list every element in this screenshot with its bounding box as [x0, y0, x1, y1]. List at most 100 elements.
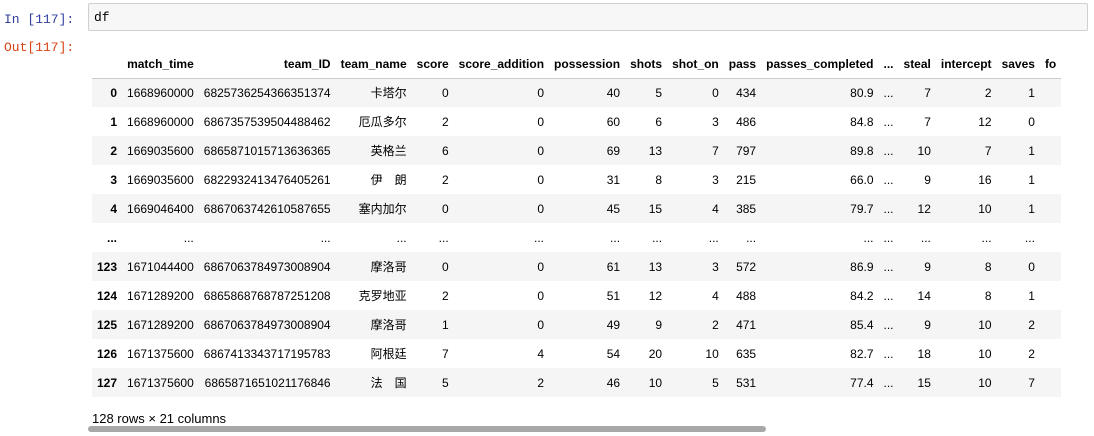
table-cell: 49 [606, 317, 621, 332]
table-cell: 0 [1028, 259, 1035, 274]
table-cell: ... [183, 230, 194, 245]
table-cell: 10 [648, 375, 663, 390]
table-cell: ... [883, 114, 894, 129]
column-header: team_ID [198, 50, 336, 79]
column-header: steal [898, 50, 936, 79]
row-index: 124 [97, 288, 118, 303]
table-cell: 1669046400 [127, 201, 194, 216]
table-cell: 0 [537, 85, 545, 100]
table-cell: ... [883, 143, 894, 158]
row-index: 0 [110, 85, 118, 100]
table-cell: 13 [648, 143, 663, 158]
table-cell: 1671044400 [127, 259, 194, 274]
row-index: 3 [110, 172, 118, 187]
horizontal-scrollbar[interactable] [88, 426, 1088, 434]
table-row: ........................................… [92, 223, 1061, 252]
table-cell: 2 [441, 288, 449, 303]
table-cell: 16 [978, 172, 992, 187]
table-cell: ... [863, 230, 874, 245]
column-header: ... [878, 50, 899, 79]
table-cell: 0 [712, 85, 719, 100]
table-cell: ... [396, 230, 407, 245]
table-cell: 2 [537, 375, 545, 390]
table-cell: 1671289200 [127, 317, 194, 332]
table-cell: 1671375600 [127, 375, 194, 390]
scrollbar-thumb[interactable] [88, 426, 766, 432]
table-cell: ... [320, 230, 331, 245]
code-text: df [94, 10, 110, 25]
table-cell: 厄瓜多尔 [358, 115, 407, 129]
table-cell: 0 [537, 143, 545, 158]
table-cell: 6825736254366351374 [203, 85, 331, 100]
table-cell: 572 [736, 259, 757, 274]
index-header [92, 50, 123, 79]
table-cell: 7 [712, 143, 719, 158]
table-cell: 10 [978, 346, 992, 361]
table-cell: 12 [917, 201, 931, 216]
row-index: 125 [97, 317, 118, 332]
table-cell: 46 [606, 375, 621, 390]
table-cell: ... [746, 230, 757, 245]
table-cell: 0 [1028, 114, 1035, 129]
table-row: 126 1671375600 6867413343717195783 阿根廷 7 4 54 2… [92, 339, 1061, 368]
table-row: 2 1669035600 6865871015713636365 英格兰 6 0 69 13 7… [92, 136, 1062, 165]
table-cell: ... [883, 85, 894, 100]
code-input-cell[interactable]: df [88, 3, 1088, 31]
table-cell: 13 [648, 259, 663, 274]
table-cell: 10 [978, 201, 992, 216]
table-cell [1040, 281, 1061, 310]
table-cell: 488 [736, 288, 757, 303]
table-cell [1040, 310, 1061, 339]
table-cell: 45 [606, 201, 621, 216]
table-cell: 0 [537, 317, 545, 332]
column-header: shots [625, 50, 668, 79]
table-cell: 9 [924, 259, 931, 274]
table-cell: 86.9 [850, 259, 874, 274]
table-cell: 0 [537, 288, 545, 303]
table-cell: ... [883, 172, 894, 187]
table-cell: ... [883, 230, 894, 245]
table-cell: 54 [606, 346, 621, 361]
table-cell: 215 [736, 172, 757, 187]
table-cell: 82.7 [850, 346, 874, 361]
column-header: saves [996, 50, 1040, 79]
table-cell: 9 [924, 317, 931, 332]
table-cell: 79.7 [850, 201, 874, 216]
table-cell: 1 [1028, 143, 1035, 158]
table-cell: 1 [1028, 85, 1035, 100]
table-cell: 14 [917, 288, 931, 303]
table-cell: 20 [648, 346, 663, 361]
table-cell: 1 [1028, 172, 1035, 187]
table-cell: ... [1024, 230, 1035, 245]
table-cell: 9 [924, 172, 931, 187]
table-cell: 60 [606, 114, 621, 129]
table-cell: ... [883, 259, 894, 274]
table-cell: 英格兰 [370, 144, 407, 158]
table-cell: 80.9 [850, 85, 874, 100]
table-cell: 7 [1028, 375, 1035, 390]
row-index: ... [107, 230, 118, 245]
table-cell: 7 [984, 143, 992, 158]
table-cell: 3 [712, 172, 719, 187]
row-index: 127 [97, 375, 118, 390]
table-cell: 6867357539504488462 [203, 114, 331, 129]
table-cell: ... [652, 230, 663, 245]
table-cell: ... [981, 230, 992, 245]
table-cell: 2 [1028, 317, 1035, 332]
column-header: score [411, 50, 454, 79]
table-cell: 7 [924, 114, 931, 129]
table-cell: 2 [1028, 346, 1035, 361]
table-cell: 0 [537, 172, 545, 187]
table-cell: 法 国 [370, 376, 407, 390]
table-cell: 4 [537, 346, 545, 361]
table-cell: 4 [712, 288, 719, 303]
table-row: 127 1671375600 6865871651021176846 法 国 5 2 46 1… [92, 368, 1062, 397]
table-cell: ... [883, 346, 894, 361]
table-cell: 7 [441, 346, 449, 361]
table-cell: 486 [736, 114, 757, 129]
table-cell: 6 [655, 114, 663, 129]
column-header: score_addition [453, 50, 550, 79]
table-cell: 卡塔尔 [370, 86, 407, 101]
table-cell: 8 [984, 259, 992, 274]
table-cell: 6865868768787251208 [203, 288, 331, 303]
